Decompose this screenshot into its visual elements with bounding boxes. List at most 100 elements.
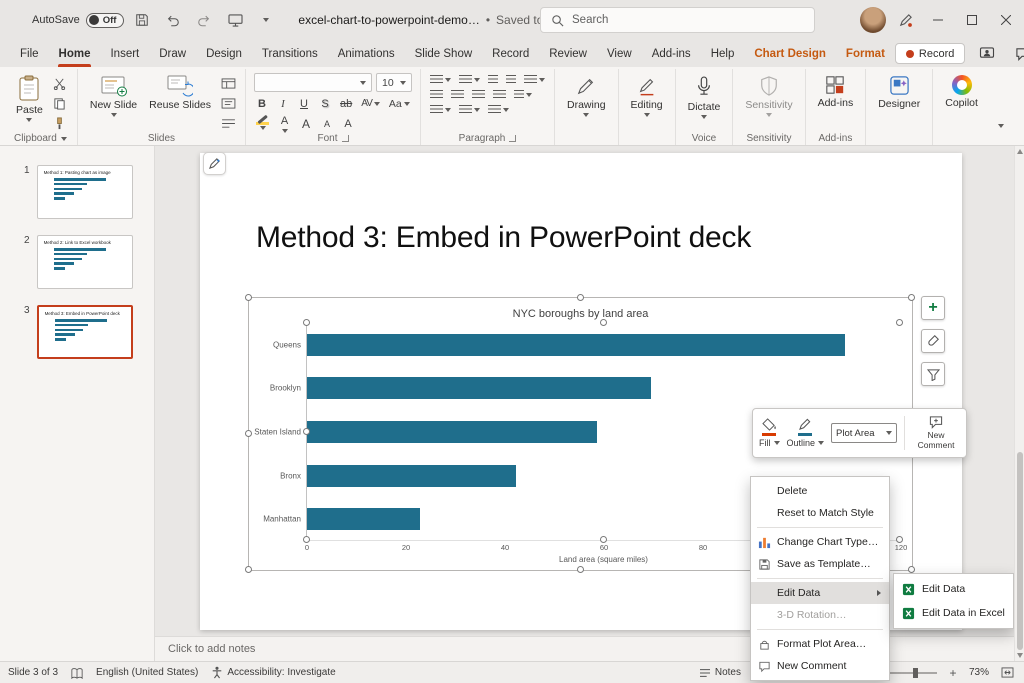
tab-help[interactable]: Help bbox=[701, 40, 745, 67]
minimize-button[interactable] bbox=[924, 6, 952, 34]
bold-button[interactable]: B bbox=[254, 95, 270, 112]
selection-handle[interactable] bbox=[303, 427, 310, 435]
ink-editor-button[interactable] bbox=[892, 7, 918, 33]
redo-button[interactable] bbox=[191, 7, 217, 33]
record-button[interactable]: Record bbox=[894, 43, 966, 64]
align-left-button[interactable] bbox=[430, 90, 444, 100]
tab-home[interactable]: Home bbox=[49, 40, 101, 67]
addins-button[interactable]: Add-ins bbox=[812, 71, 860, 131]
font-color-button[interactable]: A bbox=[276, 115, 293, 133]
scroll-up-icon[interactable] bbox=[1017, 149, 1023, 154]
proofing-button[interactable] bbox=[71, 667, 83, 679]
user-avatar[interactable] bbox=[860, 7, 886, 33]
selection-handle[interactable] bbox=[896, 319, 903, 326]
slide-thumbnail[interactable]: Method 3: Embed in PowerPoint deck bbox=[36, 305, 133, 359]
zoom-slider-thumb[interactable] bbox=[913, 667, 919, 678]
context-menu-item-edit-data[interactable]: Edit Data bbox=[751, 582, 889, 604]
tab-draw[interactable]: Draw bbox=[149, 40, 196, 67]
tab-review[interactable]: Review bbox=[539, 40, 597, 67]
selection-handle[interactable] bbox=[599, 536, 607, 543]
tab-transitions[interactable]: Transitions bbox=[252, 40, 328, 67]
selection-handle[interactable] bbox=[896, 536, 903, 543]
context-menu-item-change-chart-type[interactable]: Change Chart Type… bbox=[751, 531, 889, 553]
underline-button[interactable]: U bbox=[296, 95, 312, 112]
notes-toggle-button[interactable]: Notes bbox=[699, 667, 741, 678]
accessibility-button[interactable]: Accessibility: Investigate bbox=[211, 666, 336, 679]
line-spacing-button[interactable] bbox=[524, 75, 546, 85]
tab-view[interactable]: View bbox=[597, 40, 642, 67]
align-right-button[interactable] bbox=[472, 90, 486, 100]
selection-handle[interactable] bbox=[576, 294, 584, 301]
selection-handle[interactable] bbox=[599, 319, 607, 326]
convert-to-smartart-button[interactable] bbox=[488, 105, 510, 115]
tab-animations[interactable]: Animations bbox=[328, 40, 405, 67]
chart-title[interactable]: NYC boroughs by land area bbox=[249, 308, 912, 320]
slide-title[interactable]: Method 3: Embed in PowerPoint deck bbox=[256, 221, 751, 255]
autosave-toggle[interactable]: AutoSave Off bbox=[32, 12, 125, 28]
selection-handle[interactable] bbox=[908, 566, 915, 573]
chart-bar-queens[interactable] bbox=[307, 333, 846, 356]
scrollbar-thumb[interactable] bbox=[1017, 452, 1023, 650]
selection-handle[interactable] bbox=[245, 430, 252, 437]
font-size-select[interactable]: 10 bbox=[376, 73, 413, 92]
selection-handle[interactable] bbox=[576, 566, 584, 573]
save-button[interactable] bbox=[129, 7, 155, 33]
outline-button[interactable]: Outline bbox=[787, 418, 825, 448]
slide-layout-button[interactable] bbox=[217, 76, 239, 92]
collapse-ribbon-button[interactable] bbox=[988, 113, 1014, 139]
increase-font-size-button[interactable]: A bbox=[298, 115, 314, 132]
submenu-item-edit-data[interactable]: Edit Data bbox=[894, 577, 1013, 601]
tab-file[interactable]: File bbox=[10, 40, 49, 67]
dialog-launcher-icon[interactable] bbox=[509, 135, 517, 142]
cut-button[interactable] bbox=[49, 76, 71, 92]
scroll-down-icon[interactable] bbox=[1017, 653, 1023, 658]
decrease-font-size-button[interactable]: A bbox=[319, 115, 335, 132]
text-direction-button[interactable] bbox=[430, 105, 452, 115]
editing-button[interactable]: Editing bbox=[625, 71, 669, 131]
cameo-button[interactable] bbox=[974, 41, 1000, 67]
dialog-launcher-icon[interactable] bbox=[341, 135, 349, 142]
fill-button[interactable]: Fill bbox=[759, 418, 780, 448]
text-highlight-button[interactable] bbox=[254, 115, 271, 132]
font-name-select[interactable] bbox=[254, 73, 373, 92]
chart-filters-button[interactable] bbox=[921, 362, 945, 386]
autosave-pill[interactable]: Off bbox=[85, 12, 125, 28]
context-menu-item-save-as-template[interactable]: Save as Template… bbox=[751, 553, 889, 575]
reset-slide-button[interactable] bbox=[217, 96, 239, 112]
context-menu-item-new-comment[interactable]: New Comment bbox=[751, 655, 889, 677]
bullets-button[interactable] bbox=[430, 75, 452, 85]
increase-indent-button[interactable] bbox=[506, 75, 517, 85]
clear-formatting-button[interactable]: A bbox=[340, 115, 356, 132]
submenu-item-edit-data-in-excel[interactable]: Edit Data in Excel bbox=[894, 601, 1013, 625]
language-button[interactable]: English (United States) bbox=[96, 667, 198, 678]
zoom-percent[interactable]: 73% bbox=[969, 667, 989, 678]
search-input[interactable]: Search bbox=[540, 7, 815, 33]
chart-bar-brooklyn[interactable] bbox=[307, 377, 651, 400]
vertical-scrollbar[interactable] bbox=[1014, 146, 1024, 661]
reuse-slides-button[interactable]: Reuse Slides bbox=[143, 71, 217, 131]
copilot-button[interactable]: Copilot bbox=[939, 71, 984, 131]
character-spacing-button[interactable]: AV bbox=[359, 95, 382, 112]
section-button[interactable] bbox=[217, 115, 239, 131]
tab-insert[interactable]: Insert bbox=[100, 40, 149, 67]
selection-handle[interactable] bbox=[303, 319, 310, 326]
context-menu-item-delete[interactable]: Delete bbox=[751, 480, 889, 502]
tab-add-ins[interactable]: Add-ins bbox=[642, 40, 701, 67]
context-menu-item-3-d-rotation[interactable]: 3-D Rotation… bbox=[751, 604, 889, 626]
justify-button[interactable] bbox=[493, 90, 507, 100]
tab-chart-design[interactable]: Chart Design bbox=[744, 40, 836, 67]
change-case-button[interactable]: Aa bbox=[387, 95, 412, 112]
copy-button[interactable] bbox=[49, 96, 71, 112]
selection-handle[interactable] bbox=[303, 536, 310, 543]
align-center-button[interactable] bbox=[451, 90, 465, 100]
comments-button[interactable] bbox=[1009, 41, 1024, 67]
tab-format[interactable]: Format bbox=[836, 40, 895, 67]
chart-styles-button[interactable] bbox=[921, 329, 945, 353]
context-menu-item-format-plot-area[interactable]: Format Plot Area… bbox=[751, 633, 889, 655]
chart-bar-staten-island[interactable] bbox=[307, 421, 597, 443]
tab-slide-show[interactable]: Slide Show bbox=[405, 40, 483, 67]
chart-element-select[interactable]: Plot Area bbox=[831, 423, 898, 443]
context-menu-item-reset-to-match-style[interactable]: Reset to Match Style bbox=[751, 502, 889, 524]
format-painter-button[interactable] bbox=[49, 115, 71, 131]
numbering-button[interactable] bbox=[459, 75, 481, 85]
